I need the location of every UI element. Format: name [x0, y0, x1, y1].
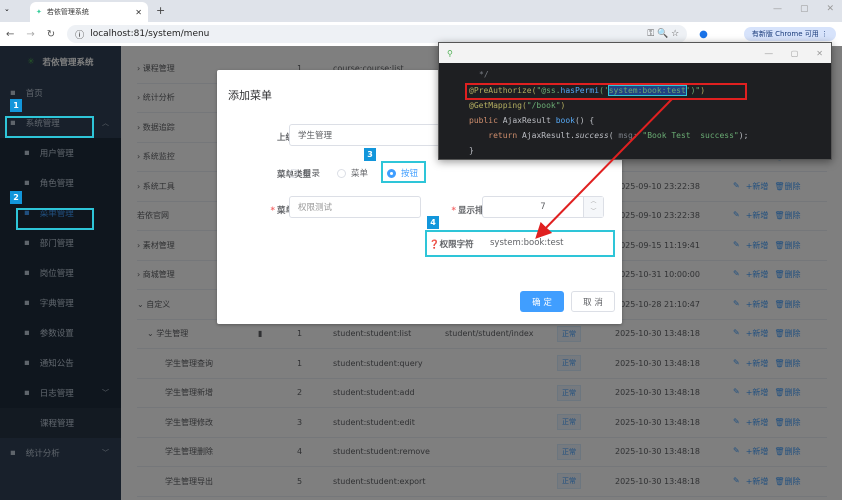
- arrow-line: [535, 98, 673, 239]
- annotation-arrow: [535, 98, 673, 239]
